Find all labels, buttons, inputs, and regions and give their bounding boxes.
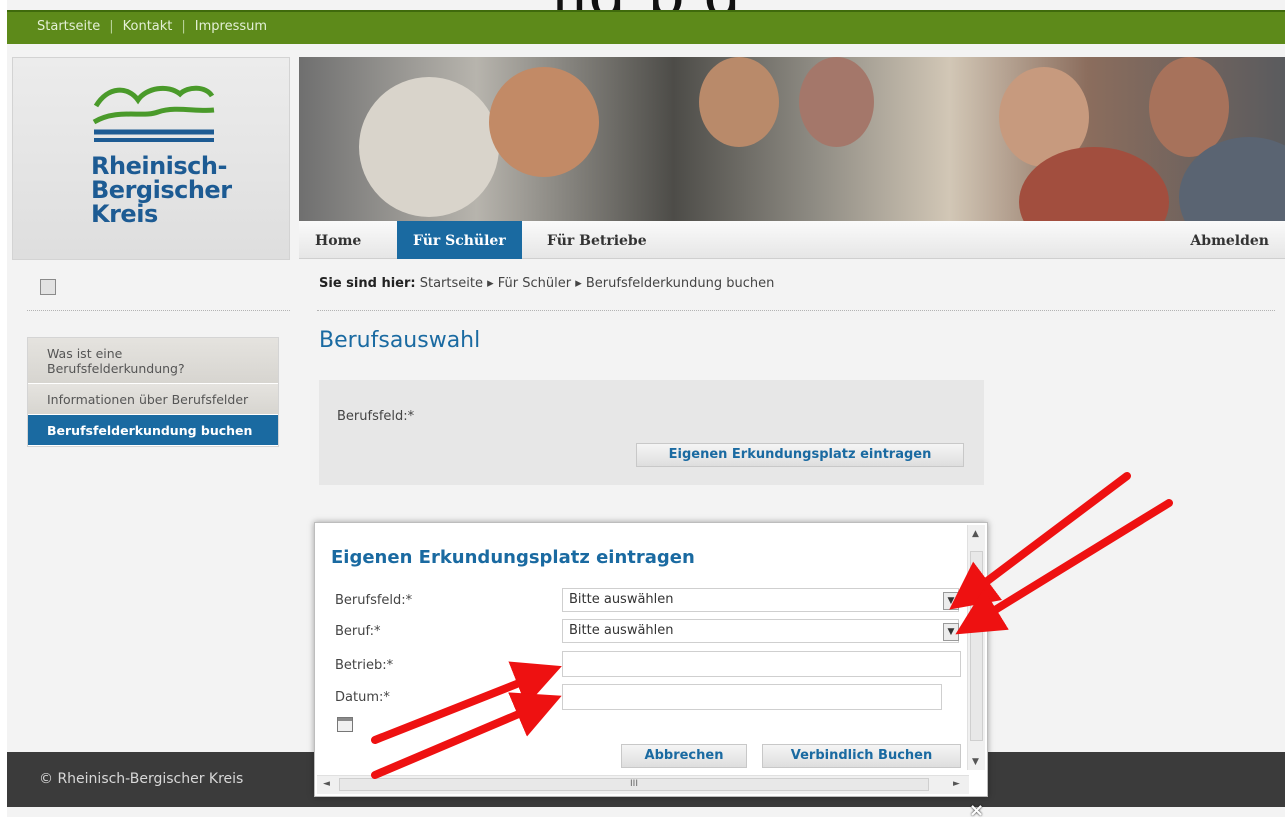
top-bar: Startseite | Kontakt | Impressum bbox=[7, 10, 1285, 44]
divider bbox=[317, 310, 1275, 311]
sidebar-nav: Was ist eine Berufsfelderkundung? Inform… bbox=[27, 337, 279, 447]
modal-dialog: Eigenen Erkundungsplatz eintragen Berufs… bbox=[314, 522, 988, 797]
berufsfeld-select[interactable]: Bitte auswählen ▼ bbox=[562, 588, 959, 612]
page-title: Berufsauswahl bbox=[319, 328, 481, 353]
breadcrumb-prefix: Sie sind hier: bbox=[319, 276, 416, 291]
link-impressum[interactable]: Impressum bbox=[195, 19, 267, 34]
submit-button[interactable]: Verbindlich Buchen bbox=[762, 744, 961, 768]
berufsauswahl-panel: Berufsfeld:* Eigenen Erkundungsplatz ein… bbox=[319, 380, 984, 485]
nav-home[interactable]: Home bbox=[299, 221, 377, 259]
scroll-thumb[interactable] bbox=[970, 551, 983, 741]
modal-title: Eigenen Erkundungsplatz eintragen bbox=[331, 547, 695, 568]
sitemap-icon[interactable] bbox=[40, 279, 56, 295]
scroll-down-icon[interactable]: ▼ bbox=[972, 757, 979, 767]
berufsfeld-select-value: Bitte auswählen bbox=[569, 592, 674, 607]
betrieb-label: Betrieb:* bbox=[335, 658, 394, 673]
vertical-scrollbar[interactable]: ▲ ▼ bbox=[967, 525, 985, 770]
logo-wave-icon bbox=[92, 85, 215, 142]
logo[interactable]: Rheinisch- Bergischer Kreis bbox=[12, 57, 290, 260]
nav-fuer-schueler[interactable]: Für Schüler bbox=[397, 221, 522, 259]
scroll-right-icon[interactable]: ► bbox=[953, 779, 960, 789]
scroll-up-icon[interactable]: ▲ bbox=[972, 529, 979, 539]
link-kontakt[interactable]: Kontakt bbox=[123, 19, 173, 34]
sidebar-item-informationen[interactable]: Informationen über Berufsfelder bbox=[28, 384, 278, 415]
beruf-select[interactable]: Bitte auswählen ▼ bbox=[562, 619, 959, 643]
main-nav: Home Für Schüler Für Betriebe Abmelden bbox=[299, 221, 1285, 259]
chevron-down-icon[interactable]: ▼ bbox=[943, 592, 959, 610]
eigenen-erkundungsplatz-button[interactable]: Eigenen Erkundungsplatz eintragen bbox=[636, 443, 964, 467]
horizontal-scrollbar[interactable]: ◄ III ► bbox=[317, 775, 969, 794]
scroll-thumb[interactable]: III bbox=[339, 778, 929, 791]
calendar-icon[interactable] bbox=[337, 717, 353, 732]
datum-label: Datum:* bbox=[335, 690, 390, 705]
nav-abmelden[interactable]: Abmelden bbox=[1174, 221, 1285, 259]
chevron-down-icon[interactable]: ▼ bbox=[943, 623, 959, 641]
cancel-button[interactable]: Abbrechen bbox=[621, 744, 747, 768]
footer-copyright: © Rheinisch-Bergischer Kreis bbox=[39, 771, 244, 787]
beruf-label: Beruf:* bbox=[335, 624, 381, 639]
breadcrumb-path[interactable]: Startseite ▸ Für Schüler ▸ Berufsfelderk… bbox=[420, 276, 775, 291]
link-startseite[interactable]: Startseite bbox=[37, 19, 100, 34]
scroll-left-icon[interactable]: ◄ bbox=[323, 779, 330, 789]
cropped-caption-fragment: ng p g bbox=[7, 0, 1285, 10]
datum-input[interactable] bbox=[562, 684, 942, 710]
berufsfeld-label: Berufsfeld:* bbox=[335, 593, 413, 608]
sidebar-item-buchen[interactable]: Berufsfelderkundung buchen bbox=[28, 415, 278, 446]
logo-text: Rheinisch- Bergischer Kreis bbox=[91, 152, 232, 228]
beruf-select-value: Bitte auswählen bbox=[569, 623, 674, 638]
close-icon[interactable]: × bbox=[969, 800, 984, 821]
betrieb-input[interactable] bbox=[562, 651, 961, 677]
berufsfeld-label: Berufsfeld:* bbox=[337, 409, 415, 424]
breadcrumb: Sie sind hier: Startseite ▸ Für Schüler … bbox=[319, 276, 774, 291]
header-photo bbox=[299, 57, 1285, 221]
nav-fuer-betriebe[interactable]: Für Betriebe bbox=[531, 221, 663, 259]
annotation-arrow bbox=[955, 499, 1173, 635]
sidebar-item-was-ist[interactable]: Was ist eine Berufsfelderkundung? bbox=[28, 338, 278, 384]
page: ng p g Startseite|Kontakt|Impressum Rhei… bbox=[7, 0, 1285, 821]
divider bbox=[27, 310, 290, 311]
